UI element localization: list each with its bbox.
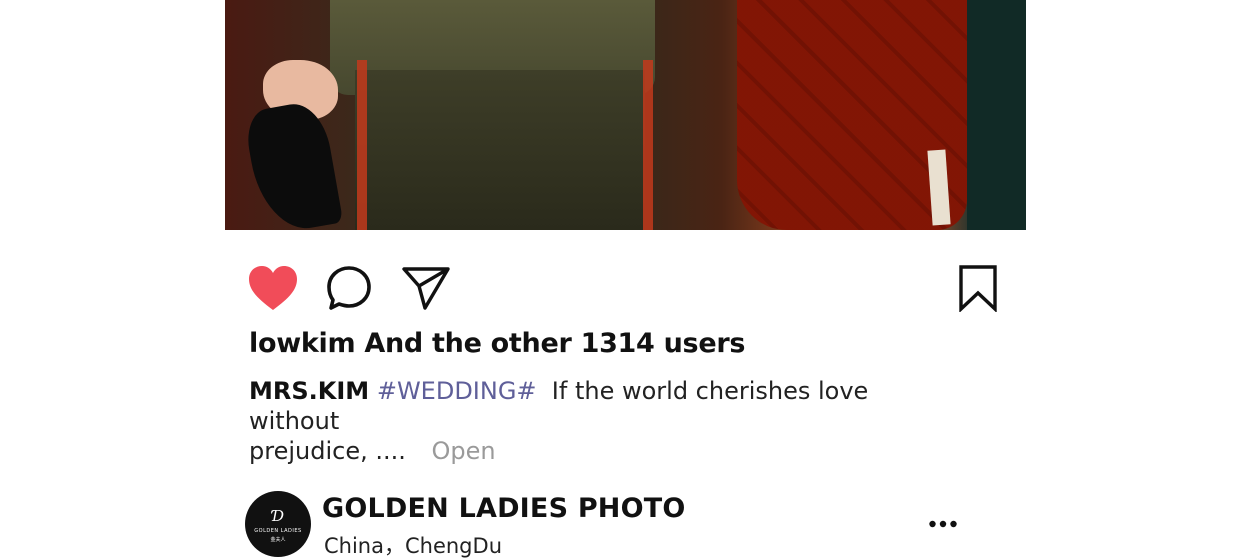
photo-pants bbox=[355, 70, 645, 230]
caption-text-continued: prejudice, .... bbox=[249, 437, 406, 465]
post-caption: MRS.KIM #WEDDING# If the world cherishes… bbox=[249, 376, 949, 466]
likes-count[interactable]: lowkim And the other 1314 users bbox=[249, 328, 745, 359]
caption-username[interactable]: MRS.KIM bbox=[249, 377, 369, 405]
account-name[interactable]: GOLDEN LADIES PHOTO bbox=[322, 493, 686, 524]
bookmark-icon[interactable] bbox=[958, 264, 998, 312]
caption-hashtag[interactable]: #WEDDING# bbox=[377, 377, 537, 405]
photo-background bbox=[967, 0, 1026, 230]
photo-stripe bbox=[357, 60, 367, 230]
send-icon[interactable] bbox=[401, 264, 451, 312]
avatar-logo-text: GOLDEN LADIES bbox=[254, 528, 302, 534]
post-actions-bar bbox=[225, 250, 1026, 320]
post-photo[interactable] bbox=[225, 0, 1026, 230]
photo-stripe bbox=[643, 60, 653, 230]
comment-icon[interactable] bbox=[325, 264, 373, 312]
more-icon[interactable] bbox=[928, 519, 958, 529]
photo-glove bbox=[242, 99, 344, 230]
heart-icon[interactable] bbox=[247, 264, 299, 312]
avatar[interactable]: Ɗ GOLDEN LADIES 金夫人 bbox=[245, 491, 311, 557]
avatar-logo-monogram: Ɗ bbox=[271, 507, 285, 525]
caption-open-link[interactable]: Open bbox=[432, 437, 496, 465]
avatar-logo-subtext: 金夫人 bbox=[270, 537, 286, 543]
account-location[interactable]: China，ChengDu bbox=[324, 530, 502, 560]
